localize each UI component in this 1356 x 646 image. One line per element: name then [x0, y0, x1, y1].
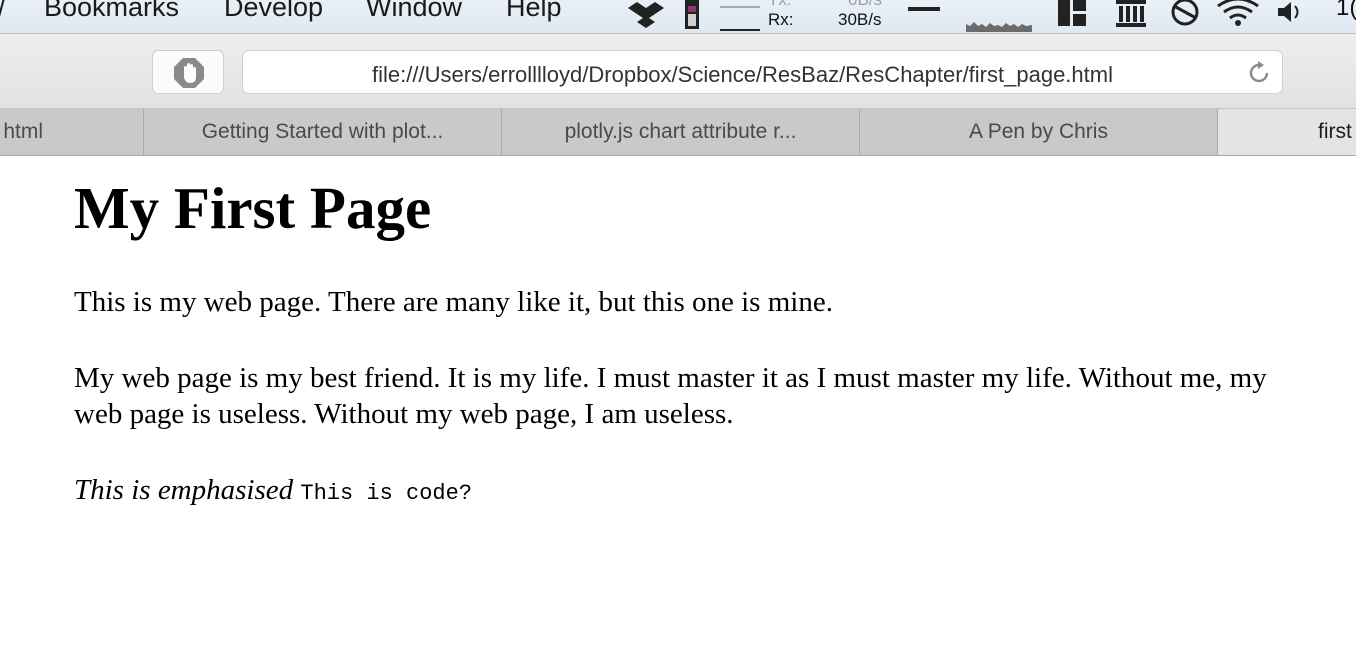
tab-bar: html Getting Started with plot... plotly… [0, 109, 1356, 156]
menu-help[interactable]: Help [506, 0, 562, 23]
tx-value: 0B/s [848, 0, 882, 10]
tab-first-page[interactable]: first [1218, 109, 1356, 155]
cpu-history-icon[interactable] [966, 14, 1032, 32]
menu-window[interactable]: Window [366, 0, 462, 23]
menubar: / Bookmarks Develop Window Help Tx: Rx: … [0, 0, 1356, 34]
layout-icon[interactable] [1058, 0, 1086, 26]
tx-label: Tx: [768, 0, 792, 10]
browser-toolbar: file:///Users/errolllloyd/Dropbox/Scienc… [0, 34, 1356, 109]
dropbox-icon[interactable] [628, 0, 664, 28]
rx-value: 30B/s [838, 10, 882, 29]
url-text[interactable]: file:///Users/errolllloyd/Dropbox/Scienc… [243, 62, 1242, 88]
museum-icon[interactable] [1116, 0, 1146, 28]
rx-label: Rx: [768, 10, 794, 29]
chevron-partial-icon: / [0, 0, 6, 23]
adblock-hand-icon [174, 58, 204, 88]
tab-html[interactable]: html [0, 109, 144, 155]
address-bar[interactable]: file:///Users/errolllloyd/Dropbox/Scienc… [242, 50, 1283, 94]
paragraph-formatting: This is emphasised This is code? [74, 472, 1314, 512]
menu-develop[interactable]: Develop [224, 0, 323, 23]
volume-icon[interactable] [1276, 0, 1306, 26]
wifi-icon[interactable] [1216, 0, 1260, 28]
emphasised-text: This is emphasised [74, 473, 294, 506]
page-content: My First Page This is my web page. There… [74, 155, 1314, 512]
tab-getting-started[interactable]: Getting Started with plot... [144, 109, 502, 155]
adblock-button[interactable] [152, 50, 224, 94]
paragraph-intro: This is my web page. There are many like… [74, 285, 833, 318]
tab-plotly-attributes[interactable]: plotly.js chart attribute r... [502, 109, 860, 155]
network-graph-icon [720, 6, 760, 31]
battery-monitor-icon[interactable] [684, 0, 700, 30]
paragraph-creed: My web page is my best friend. It is my … [74, 361, 1267, 430]
code-text: This is code? [300, 480, 473, 506]
divider-dash [908, 7, 940, 11]
page-heading: My First Page [74, 175, 432, 241]
clock[interactable]: 1( [1336, 0, 1356, 22]
no-sync-icon[interactable] [1170, 0, 1200, 28]
menu-bookmarks[interactable]: Bookmarks [44, 0, 179, 23]
tab-pen-by-chris[interactable]: A Pen by Chris [860, 109, 1218, 155]
reload-icon[interactable] [1246, 60, 1272, 86]
